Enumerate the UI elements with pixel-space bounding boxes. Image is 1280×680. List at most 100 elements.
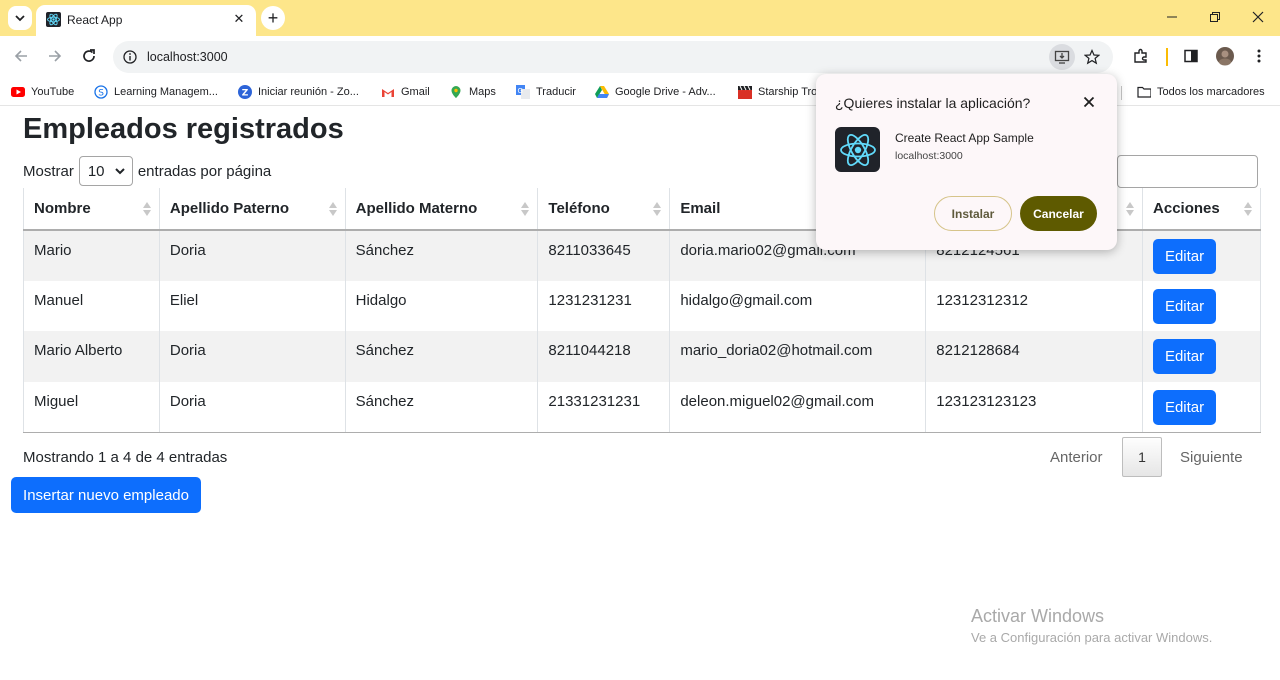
maps-icon	[449, 85, 463, 99]
bookmark-drive[interactable]: Google Drive - Adv...	[595, 83, 716, 101]
bookmark-maps[interactable]: Maps	[449, 83, 496, 101]
pagination-previous[interactable]: Anterior	[1050, 449, 1103, 466]
cell-apellido-materno: Hidalgo	[344, 280, 538, 331]
bookmark-star-icon[interactable]	[1079, 44, 1105, 70]
column-header-acciones[interactable]: Acciones	[1142, 188, 1261, 231]
cell-acciones: Editar	[1142, 381, 1261, 433]
cell-email: deleon.miguel02@gmail.com	[669, 381, 926, 433]
site-info-icon[interactable]	[121, 48, 139, 66]
close-tab-icon[interactable]: ✕	[230, 10, 248, 28]
activation-watermark-text: Ve a Configuración para activar Windows.	[971, 630, 1213, 645]
length-value: 10	[87, 162, 105, 180]
new-tab-button[interactable]: +	[261, 6, 285, 30]
cell-nombre: Manuel	[23, 280, 160, 331]
bookmarks-divider	[1121, 86, 1122, 100]
restore-icon	[1210, 12, 1220, 22]
restore-button[interactable]	[1193, 5, 1237, 29]
bookmark-translate[interactable]: G Traducir	[516, 83, 576, 101]
zoom-icon: Z	[238, 85, 252, 99]
cell-acciones: Editar	[1142, 331, 1261, 382]
all-bookmarks-button[interactable]: Todos los marcadores	[1137, 83, 1265, 101]
bookmark-label: Iniciar reunión - Zo...	[258, 86, 359, 98]
clapper-icon	[738, 85, 752, 99]
address-bar[interactable]: localhost:3000	[113, 41, 1113, 73]
forward-button[interactable]	[42, 43, 68, 69]
youtube-icon	[11, 85, 25, 99]
cell-telefono: 21331231231	[537, 381, 670, 433]
translate-icon: G	[516, 85, 530, 99]
cell-apellido-materno: Sánchez	[344, 331, 538, 382]
avatar-icon	[1216, 47, 1234, 66]
column-header-apellido-materno[interactable]: Apellido Materno	[344, 188, 538, 231]
bookmark-gmail[interactable]: Gmail	[381, 83, 430, 101]
cell-apellido-paterno: Eliel	[158, 280, 346, 331]
column-label: Acciones	[1153, 200, 1220, 217]
tab-strip: React App ✕ +	[0, 0, 1280, 36]
sort-icon	[653, 202, 662, 216]
tab-react-app[interactable]: React App ✕	[36, 5, 256, 36]
bookmark-label: Maps	[469, 86, 496, 98]
install-button[interactable]: Instalar	[934, 196, 1012, 231]
cell-apellido-materno: Sánchez	[344, 381, 538, 433]
cell-nombre: Mario Alberto	[23, 331, 160, 382]
bookmark-learning[interactable]: S Learning Managem...	[94, 83, 218, 101]
cell-telefono-2: 123123123123	[925, 381, 1143, 433]
column-header-telefono[interactable]: Teléfono	[537, 188, 670, 231]
all-bookmarks-label: Todos los marcadores	[1157, 86, 1265, 98]
react-favicon-icon	[46, 12, 61, 27]
length-suffix: entradas por página	[137, 162, 272, 180]
arrow-left-icon	[14, 50, 27, 62]
minimize-button[interactable]	[1150, 5, 1194, 29]
activation-watermark-title: Activar Windows	[971, 606, 1105, 626]
back-button[interactable]	[8, 43, 34, 69]
column-header-nombre[interactable]: Nombre	[23, 188, 160, 231]
edit-button[interactable]: Editar	[1153, 239, 1217, 274]
more-vertical-icon	[1257, 49, 1261, 63]
cell-apellido-materno: Sánchez	[344, 230, 538, 281]
tab-search-button[interactable]	[8, 6, 32, 30]
reload-button[interactable]	[76, 43, 102, 69]
close-icon	[1083, 96, 1095, 108]
browser-toolbar: localhost:3000	[0, 36, 1280, 78]
column-header-apellido-paterno[interactable]: Apellido Paterno	[158, 188, 346, 231]
folder-icon	[1137, 85, 1151, 99]
entries-per-page-select[interactable]: 10	[78, 156, 133, 186]
bookmark-youtube[interactable]: YouTube	[11, 83, 74, 101]
side-panel-button[interactable]	[1178, 43, 1204, 69]
bookmark-label: Gmail	[401, 86, 430, 98]
reload-icon	[83, 49, 95, 62]
length-prefix: Mostrar	[23, 162, 74, 180]
react-app-icon	[835, 127, 880, 172]
install-app-icon[interactable]	[1049, 44, 1075, 70]
bookmark-zoom[interactable]: Z Iniciar reunión - Zo...	[238, 83, 359, 101]
page-title: Empleados registrados	[23, 113, 344, 145]
table-search-input[interactable]	[1117, 155, 1258, 188]
minimize-icon	[1167, 16, 1177, 18]
pagination-page-1[interactable]: 1	[1122, 437, 1162, 477]
close-window-button[interactable]	[1236, 5, 1280, 29]
column-label: Teléfono	[548, 200, 610, 217]
cell-acciones: Editar	[1142, 280, 1261, 331]
profile-avatar[interactable]	[1212, 43, 1238, 69]
chevron-down-icon	[115, 168, 125, 175]
svg-text:Z: Z	[242, 89, 249, 99]
puzzle-icon	[1134, 48, 1147, 63]
cell-apellido-paterno: Doria	[158, 331, 346, 382]
edit-button[interactable]: Editar	[1153, 389, 1217, 425]
pagination-next[interactable]: Siguiente	[1180, 449, 1243, 466]
gmail-icon	[381, 85, 395, 99]
insert-employee-button[interactable]: Insertar nuevo empleado	[11, 477, 201, 513]
extensions-button[interactable]	[1128, 43, 1154, 69]
column-label: Email	[680, 200, 721, 217]
browser-menu-button[interactable]	[1246, 43, 1272, 69]
entries-length-control: Mostrar 10 entradas por página	[23, 155, 271, 187]
svg-text:G: G	[518, 87, 523, 95]
edit-button[interactable]: Editar	[1153, 339, 1217, 374]
edit-button[interactable]: Editar	[1153, 288, 1217, 324]
drive-icon	[595, 85, 609, 99]
tab-title: React App	[67, 13, 123, 27]
bookmark-starship[interactable]: Starship Tro	[738, 83, 817, 101]
sort-icon	[328, 202, 337, 216]
cancel-button[interactable]: Cancelar	[1020, 196, 1097, 231]
dialog-close-button[interactable]	[1080, 93, 1098, 111]
